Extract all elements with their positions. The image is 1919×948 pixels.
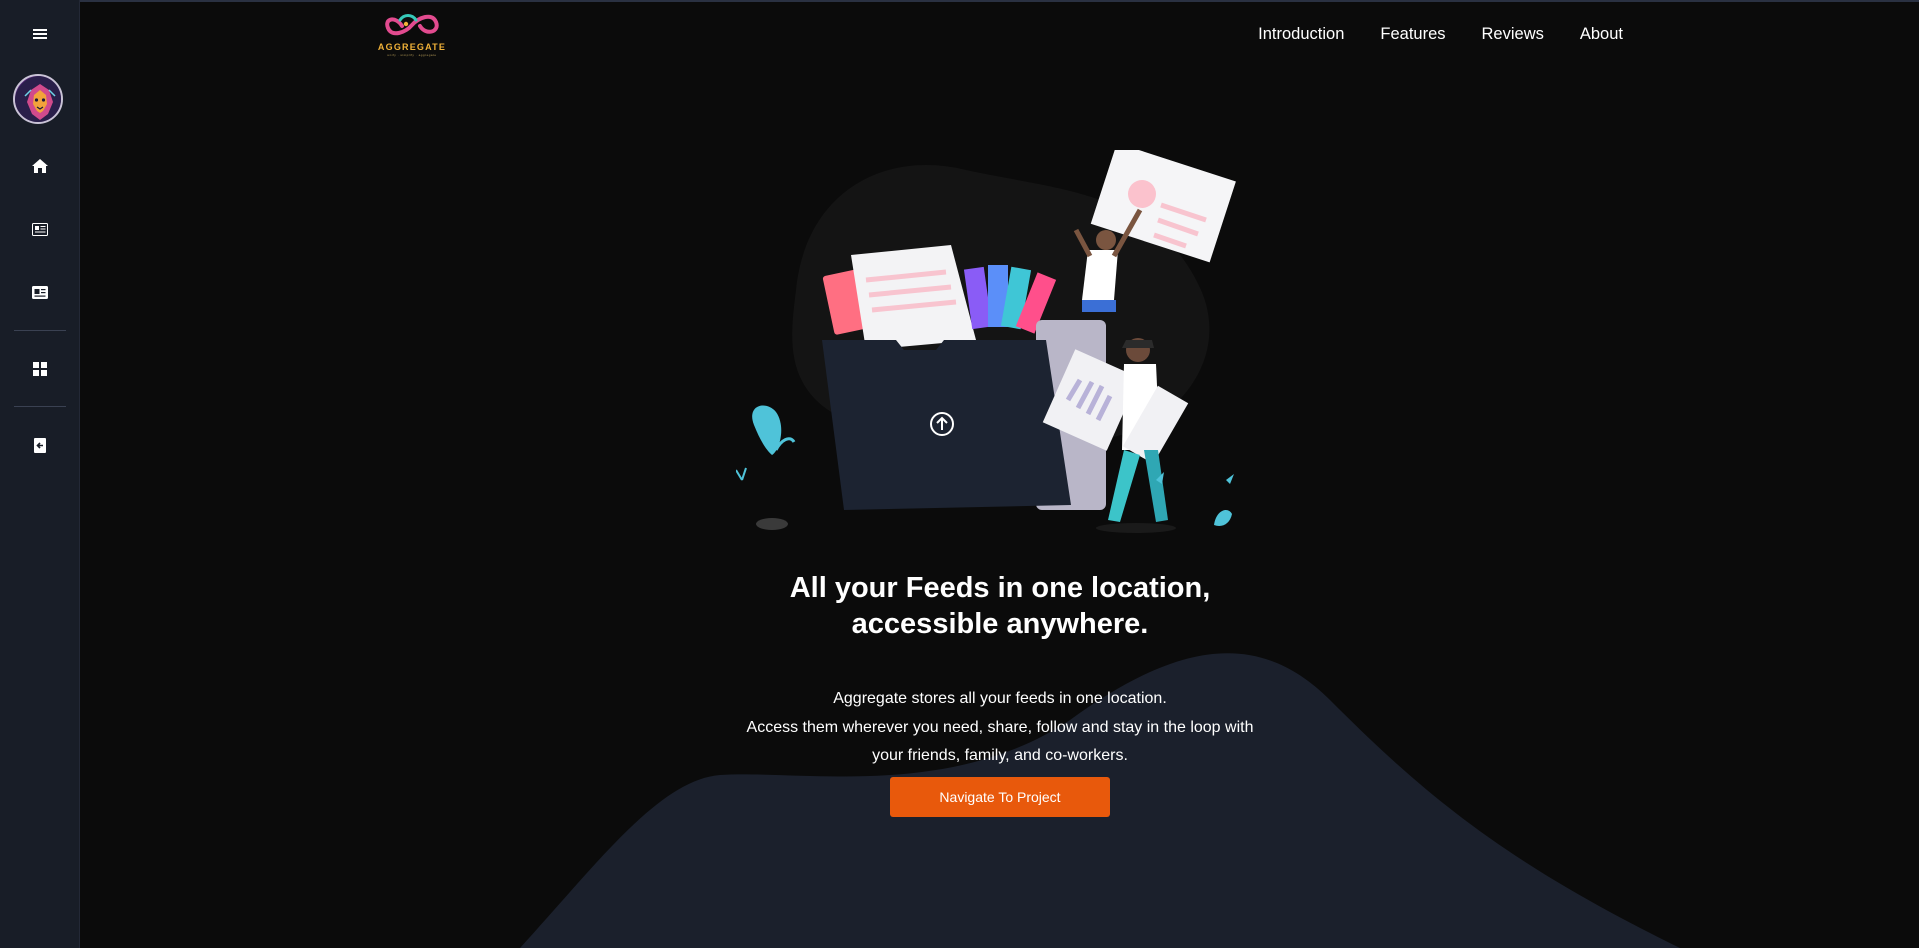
sidebar-divider	[14, 330, 66, 331]
hero-text-line-2: Access them wherever you need, share, fo…	[746, 718, 1254, 736]
hero-title: All your Feeds in one location, accessib…	[650, 570, 1350, 642]
nav-introduction[interactable]: Introduction	[1258, 22, 1344, 46]
sidebar-divider	[14, 406, 66, 407]
hero-illustration	[736, 150, 1236, 533]
logo-mark-icon	[385, 14, 439, 36]
nav-features[interactable]: Features	[1380, 22, 1445, 46]
logout-icon[interactable]	[0, 425, 80, 465]
logo-wordmark: AGGREGATE	[377, 42, 447, 52]
avatar[interactable]	[13, 74, 63, 124]
hero-text-line-3: your friends, family, and co-workers.	[872, 747, 1128, 764]
hero-title-line-2: accessible anywhere.	[851, 608, 1149, 640]
brand-logo[interactable]: AGGREGATE unify · simplify · aggregate	[372, 8, 452, 60]
feed-card-icon[interactable]	[0, 272, 80, 312]
window-top-border	[0, 0, 1919, 2]
hero-text-line-1: Aggregate stores all your feeds in one l…	[833, 690, 1167, 707]
hamburger-menu-icon[interactable]	[0, 14, 80, 54]
hero-description: Aggregate stores all your feeds in one l…	[700, 685, 1300, 771]
nav-about[interactable]: About	[1580, 22, 1623, 46]
home-icon[interactable]	[0, 146, 80, 186]
logo-tagline: unify · simplify · aggregate	[387, 53, 437, 57]
navigate-to-project-button[interactable]: Navigate To Project	[890, 777, 1110, 817]
top-nav: Introduction Features Reviews About	[1258, 22, 1623, 46]
nav-reviews[interactable]: Reviews	[1482, 22, 1544, 46]
dashboard-grid-icon[interactable]	[0, 349, 80, 389]
sidebar	[0, 0, 80, 948]
hero-title-line-1: All your Feeds in one location,	[789, 572, 1211, 604]
newspaper-icon[interactable]	[0, 209, 80, 249]
